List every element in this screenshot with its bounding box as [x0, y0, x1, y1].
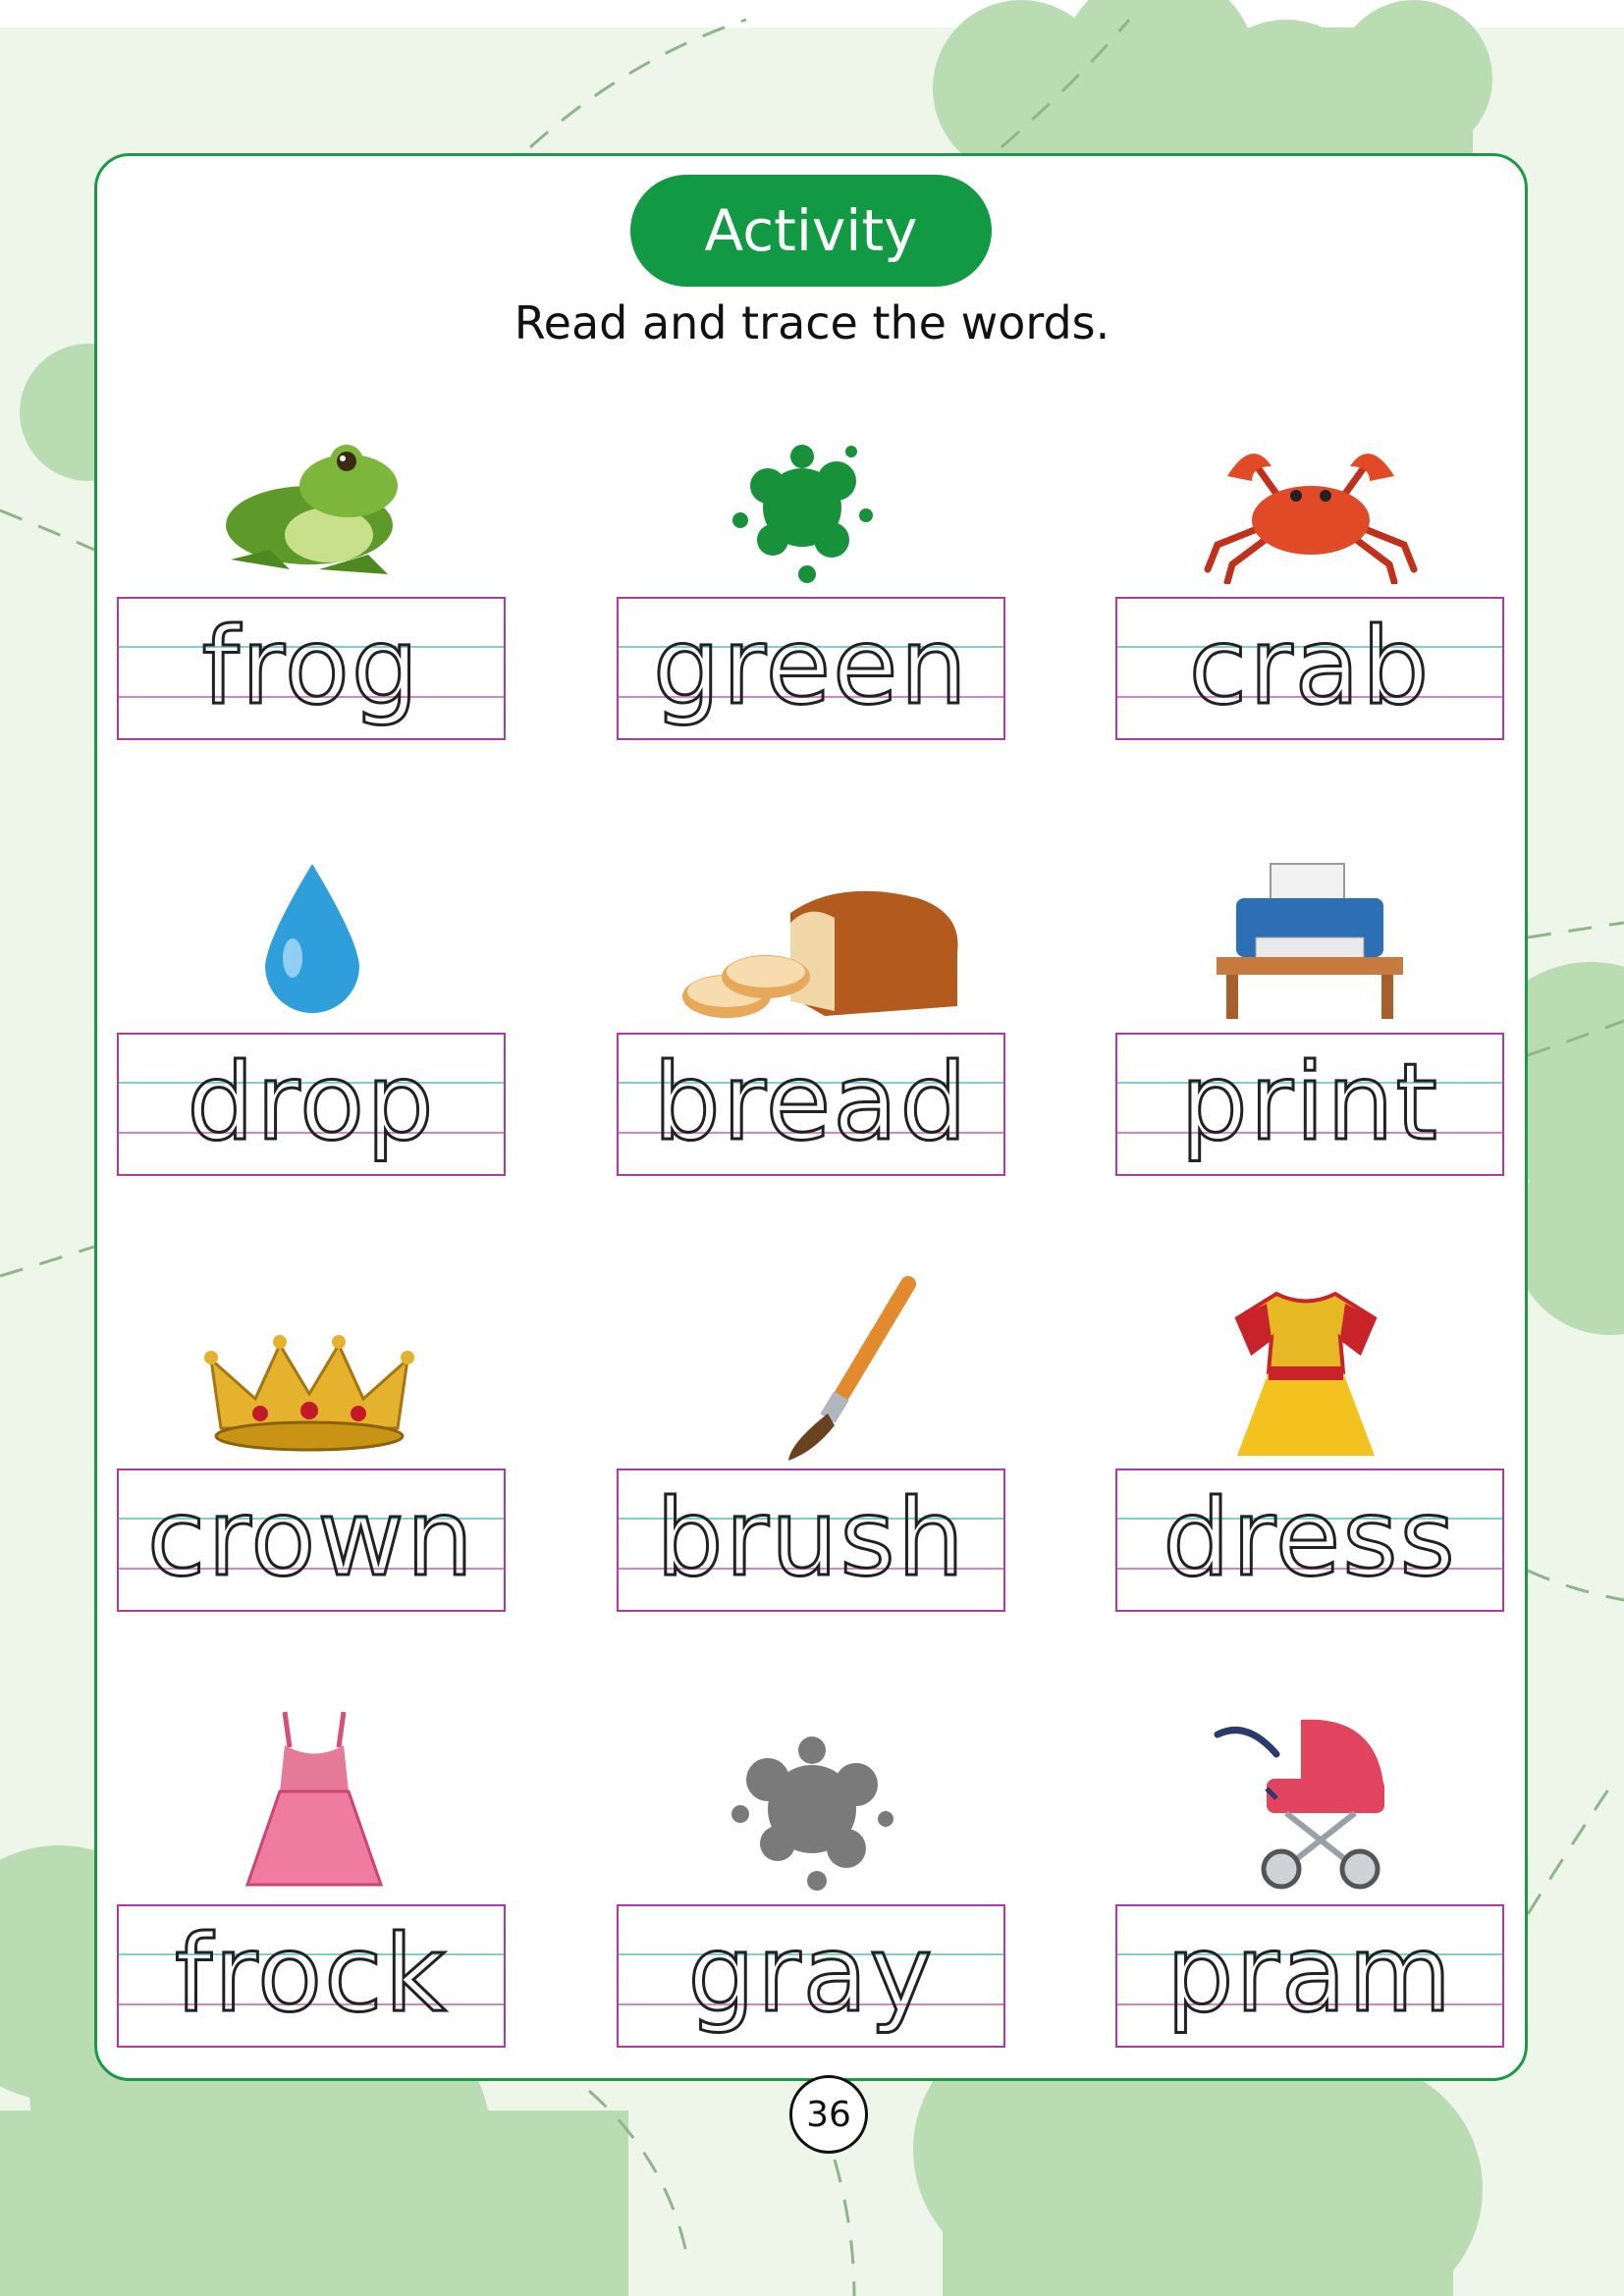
trace-word: frog [200, 606, 421, 728]
trace-box-frock[interactable]: frock [117, 1904, 506, 2048]
trace-word: crown [145, 1477, 476, 1600]
trace-word: crab [1187, 606, 1432, 728]
pram-icon [1214, 1719, 1384, 1890]
trace-word: bread [652, 1041, 969, 1164]
bread-icon [682, 890, 958, 1018]
page-number: 36 [789, 2075, 868, 2154]
trace-box-brush[interactable]: brush [617, 1468, 1005, 1612]
trace-box-green[interactable]: green [617, 597, 1005, 740]
trace-box-gray[interactable]: gray [617, 1904, 1005, 2048]
activity-title-badge: Activity [630, 175, 992, 287]
trace-word: frock [173, 1913, 449, 2036]
trace-box-crown[interactable]: crown [117, 1468, 506, 1612]
trace-box-crab[interactable]: crab [1115, 597, 1504, 740]
instruction-text: Read and trace the words. [514, 296, 1110, 349]
printer-icon [1217, 863, 1403, 1019]
trace-word: pram [1164, 1913, 1454, 2036]
crown-icon [204, 1335, 414, 1452]
trace-word: gray [686, 1913, 935, 2036]
water-drop-icon [265, 864, 359, 1013]
trace-box-frog[interactable]: frog [117, 597, 506, 740]
trace-box-dress[interactable]: dress [1115, 1468, 1504, 1612]
frock-icon [245, 1711, 383, 1887]
trace-word: dress [1162, 1477, 1457, 1600]
trace-box-bread[interactable]: bread [617, 1033, 1005, 1176]
trace-word: drop [186, 1041, 436, 1164]
gray-splash-icon [731, 1736, 893, 1891]
trace-box-print[interactable]: print [1115, 1033, 1504, 1176]
crab-icon [1204, 454, 1418, 584]
frog-icon [226, 445, 398, 574]
trace-box-pram[interactable]: pram [1115, 1904, 1504, 2048]
trace-word: brush [654, 1477, 967, 1600]
green-splash-icon [732, 445, 873, 583]
trace-word: green [652, 606, 969, 728]
paintbrush-icon [788, 1276, 916, 1461]
trace-word: print [1179, 1041, 1439, 1164]
trace-box-drop[interactable]: drop [117, 1033, 506, 1176]
dress-icon [1234, 1291, 1378, 1456]
